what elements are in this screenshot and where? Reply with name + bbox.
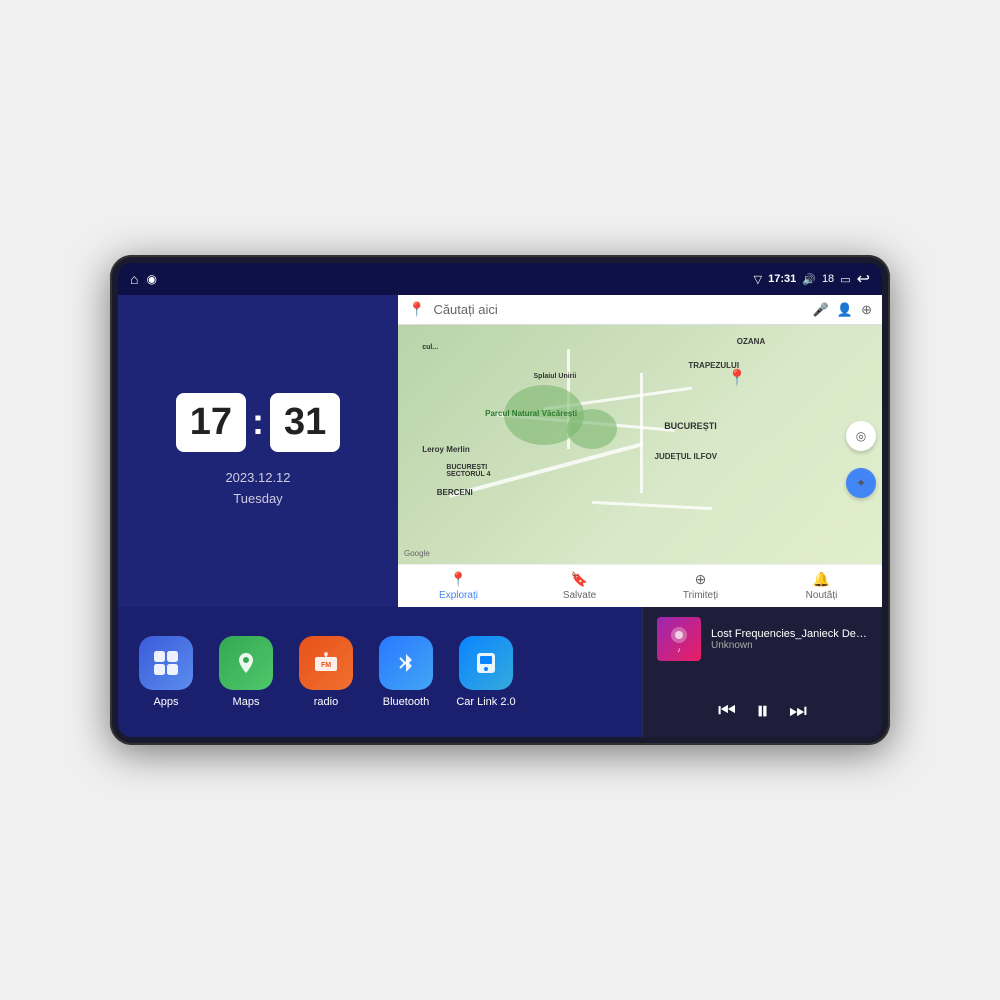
status-bar: ⌂ ◉ ▽ 17:31 🔊 18 ▭ ↩ — [118, 263, 882, 295]
app-item-apps[interactable]: Apps — [134, 636, 198, 708]
svg-text:FM: FM — [321, 662, 331, 669]
explore-label: Explorați — [439, 590, 478, 601]
bluetooth-icon — [379, 636, 433, 690]
radio-icon: FM — [299, 636, 353, 690]
volume-icon: 🔊 — [802, 273, 816, 286]
map-road — [592, 501, 712, 510]
saved-label: Salvate — [563, 590, 596, 601]
device-screen: ⌂ ◉ ▽ 17:31 🔊 18 ▭ ↩ 17 : — [118, 263, 882, 737]
map-tab-saved[interactable]: 🔖 Salvate — [519, 565, 640, 607]
map-label-cu: cul... — [422, 344, 438, 351]
map-search-input[interactable]: Căutați aici — [433, 302, 804, 317]
map-zoom-btn[interactable]: ◎ — [846, 421, 876, 451]
map-panel: 📍 Căutați aici 🎤 👤 ⊕ — [398, 295, 882, 607]
radio-label: radio — [314, 696, 338, 708]
explore-icon: 📍 — [450, 571, 467, 588]
app-item-bluetooth[interactable]: Bluetooth — [374, 636, 438, 708]
main-content: 17 : 31 2023.12.12 Tuesday 📍 Căutați aic… — [118, 295, 882, 737]
clock-colon: : — [252, 401, 264, 443]
clock-display: 17 : 31 — [176, 393, 341, 452]
signal-icon: ▽ — [754, 273, 762, 286]
bluetooth-label: Bluetooth — [383, 696, 429, 708]
device-frame: ⌂ ◉ ▽ 17:31 🔊 18 ▭ ↩ 17 : — [110, 255, 890, 745]
back-icon[interactable]: ↩ — [857, 269, 870, 289]
send-label: Trimiteți — [683, 590, 718, 601]
status-time: 17:31 — [768, 273, 796, 285]
map-label-ozana: OZANA — [737, 337, 765, 346]
map-label-parcul: Parcul Natural Văcărești — [485, 409, 577, 418]
map-tab-explore[interactable]: 📍 Explorați — [398, 565, 519, 607]
map-location-pin: 📍 — [727, 368, 747, 388]
music-controls: ⏮ ⏸ ⏭ — [657, 695, 868, 727]
home-icon[interactable]: ⌂ — [130, 271, 138, 287]
maps-label: Maps — [233, 696, 260, 708]
battery-level: 18 — [822, 273, 834, 285]
layers-icon[interactable]: ⊕ — [861, 302, 872, 318]
map-label-ilfov: JUDEȚUL ILFOV — [655, 452, 718, 461]
map-compass-btn[interactable]: ✦ — [846, 468, 876, 498]
play-pause-button[interactable]: ⏸ — [756, 695, 769, 727]
next-button[interactable]: ⏭ — [789, 700, 807, 723]
map-label-sector4: BUCUREȘTISECTORUL 4 — [446, 464, 490, 478]
clock-panel: 17 : 31 2023.12.12 Tuesday — [118, 295, 398, 607]
clock-hours: 17 — [176, 393, 246, 452]
music-text: Lost Frequencies_Janieck Devy-... Unknow… — [711, 628, 868, 651]
prev-button[interactable]: ⏮ — [718, 700, 736, 723]
music-title: Lost Frequencies_Janieck Devy-... — [711, 628, 868, 640]
apps-icon — [139, 636, 193, 690]
map-label-buc: BUCUREȘTI — [664, 421, 717, 431]
map-label-berceni: BERCENI — [437, 488, 473, 497]
send-icon: ⊕ — [695, 571, 707, 588]
status-left: ⌂ ◉ — [130, 271, 157, 287]
clock-minutes: 31 — [270, 393, 340, 452]
maps-nav-icon[interactable]: ◉ — [146, 272, 156, 286]
music-thumbnail: ♪ — [657, 617, 701, 661]
news-icon: 🔔 — [813, 571, 830, 588]
account-icon[interactable]: 👤 — [837, 302, 853, 318]
map-bottom-bar: 📍 Explorați 🔖 Salvate ⊕ Trimiteți 🔔 — [398, 564, 882, 607]
google-logo: Google — [404, 549, 430, 558]
carlink-label: Car Link 2.0 — [456, 696, 515, 708]
app-item-maps[interactable]: Maps — [214, 636, 278, 708]
map-pin-icon: 📍 — [408, 301, 425, 318]
bottom-section: Apps Maps — [118, 607, 882, 737]
mic-icon[interactable]: 🎤 — [813, 302, 829, 318]
music-artist: Unknown — [711, 640, 868, 651]
apps-label: Apps — [153, 696, 178, 708]
map-tab-send[interactable]: ⊕ Trimiteți — [640, 565, 761, 607]
apps-section: Apps Maps — [118, 607, 642, 737]
saved-icon: 🔖 — [571, 571, 588, 588]
clock-date: 2023.12.12 Tuesday — [225, 468, 290, 510]
map-road — [640, 373, 643, 493]
music-player: ♪ Lost Frequencies_Janieck Devy-... Unkn… — [642, 607, 882, 737]
app-item-radio[interactable]: FM radio — [294, 636, 358, 708]
app-item-carlink[interactable]: Car Link 2.0 — [454, 636, 518, 708]
svg-text:♪: ♪ — [677, 647, 681, 654]
map-search-actions: 🎤 👤 ⊕ — [813, 302, 872, 318]
carlink-icon — [459, 636, 513, 690]
map-label-leroy: Leroy Merlin — [422, 445, 470, 454]
map-label-splai: Splaiul Unirii — [534, 373, 577, 380]
maps-icon — [219, 636, 273, 690]
map-tab-news[interactable]: 🔔 Noutăți — [761, 565, 882, 607]
status-right: ▽ 17:31 🔊 18 ▭ ↩ — [754, 269, 870, 289]
top-section: 17 : 31 2023.12.12 Tuesday 📍 Căutați aic… — [118, 295, 882, 607]
map-content[interactable]: Parcul Natural Văcărești Leroy Merlin BU… — [398, 325, 882, 564]
music-info: ♪ Lost Frequencies_Janieck Devy-... Unkn… — [657, 617, 868, 661]
map-search-bar: 📍 Căutați aici 🎤 👤 ⊕ — [398, 295, 882, 325]
battery-icon: ▭ — [840, 273, 850, 286]
news-label: Noutăți — [806, 590, 838, 601]
